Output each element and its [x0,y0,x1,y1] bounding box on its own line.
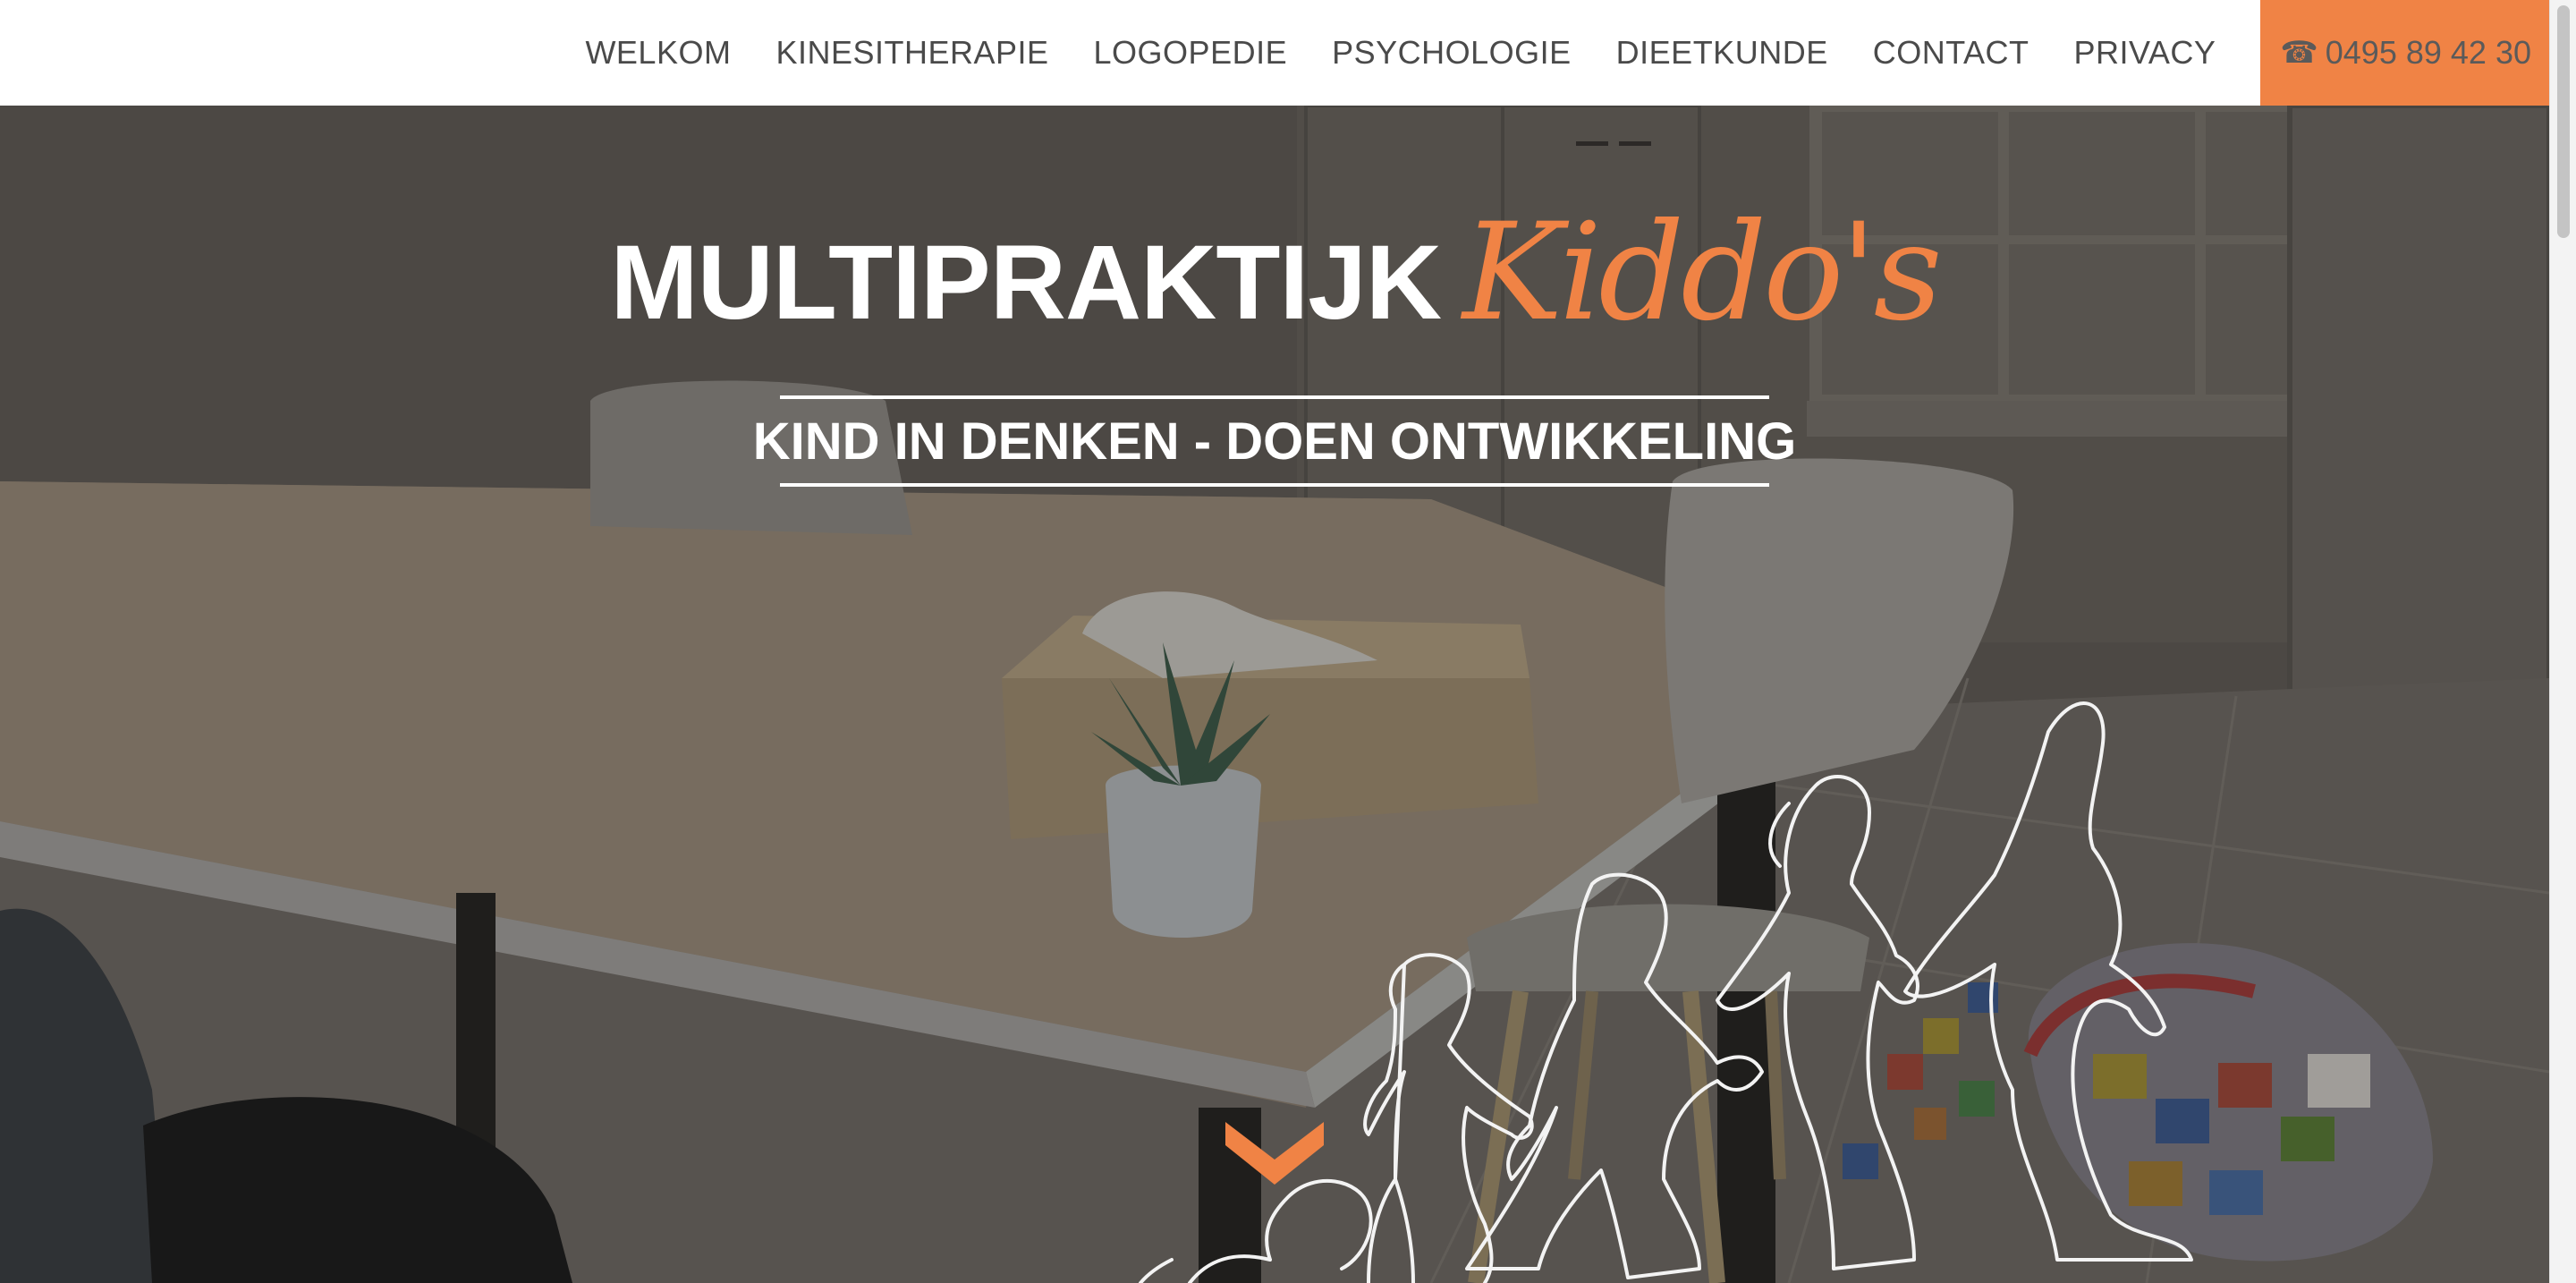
phone-number: 0495 89 42 30 [2325,34,2531,71]
nav-item-contact[interactable]: CONTACT [1873,34,2029,72]
nav-item-privacy[interactable]: PRIVACY [2074,34,2216,72]
phone-icon: ☎ [2280,36,2318,70]
title-main: MULTIPRAKTIJK [610,224,1442,342]
hero-title: MULTIPRAKTIJK Kiddo's [0,195,2549,351]
scrollbar-thumb[interactable] [2557,5,2570,238]
nav-item-psychologie[interactable]: PSYCHOLOGIE [1332,34,1572,72]
title-brand-logo: Kiddo's [1462,195,1943,351]
main-nav: WELKOM KINESITHERAPIE LOGOPEDIE PSYCHOLO… [585,0,2549,106]
subtitle-box: KIND IN DENKEN - DOEN ONTWIKKELING [753,395,1796,487]
nav-item-welkom[interactable]: WELKOM [585,34,731,72]
nav-item-logopedie[interactable]: LOGOPEDIE [1094,34,1288,72]
hero-subtitle: KIND IN DENKEN - DOEN ONTWIKKELING [752,412,1797,471]
chevron-down-icon [1225,1122,1324,1185]
top-navigation-bar: WELKOM KINESITHERAPIE LOGOPEDIE PSYCHOLO… [0,0,2549,106]
nav-item-dieetkunde[interactable]: DIEETKUNDE [1616,34,1828,72]
phone-button[interactable]: ☎ 0495 89 42 30 [2260,0,2549,106]
nav-item-kinesitherapie[interactable]: KINESITHERAPIE [775,34,1048,72]
scroll-down-button[interactable] [1225,1122,1324,1185]
hero-section: MULTIPRAKTIJK Kiddo's KIND IN DENKEN - DO… [0,106,2549,1283]
page-scrollbar[interactable] [2549,0,2576,1283]
